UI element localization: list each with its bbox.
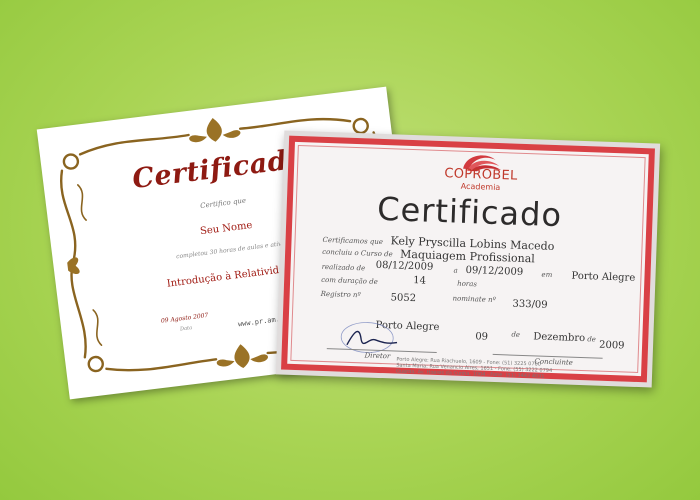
duration: 14 (413, 275, 427, 287)
signing-month: Dezembro (533, 331, 586, 345)
nominate-label: nominate nº (452, 294, 496, 304)
signing-day: 09 (475, 331, 489, 343)
director-label: Diretor (364, 351, 391, 361)
signing-year: 2009 (598, 339, 625, 352)
held-label: realizado de (321, 262, 366, 273)
de-label-1: de (511, 330, 521, 339)
registry-number: 5052 (390, 292, 417, 305)
end-date: 09/12/2009 (465, 264, 524, 278)
nominate-number: 333/09 (512, 298, 548, 311)
to-label: a (453, 266, 458, 275)
start-date: 08/12/2009 (375, 259, 434, 273)
registry-label: Registro nº (320, 289, 361, 300)
front-certificate: COPROBEL Academia Certificado Certificam… (275, 130, 661, 388)
city: Porto Alegre (571, 270, 636, 284)
in-label: em (541, 270, 553, 279)
de-label-2: de (587, 335, 597, 344)
hours-label: horas (456, 279, 478, 289)
